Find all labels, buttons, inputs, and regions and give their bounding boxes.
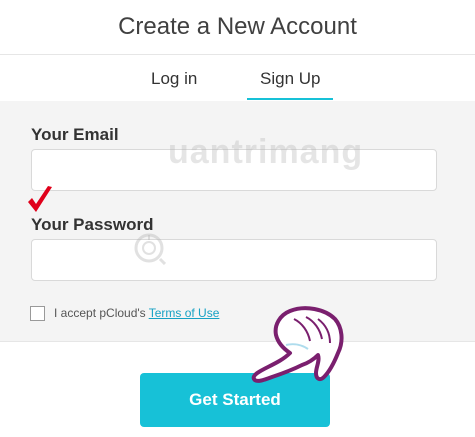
- watermark-logo-icon: [134, 233, 166, 265]
- tab-sign-up[interactable]: Sign Up: [260, 69, 320, 89]
- password-field[interactable]: [31, 239, 437, 281]
- terms-of-use-link[interactable]: Terms of Use: [149, 306, 220, 320]
- auth-tabs: Log in Sign Up: [0, 55, 475, 101]
- tab-log-in[interactable]: Log in: [151, 69, 197, 89]
- terms-checkbox[interactable]: [30, 305, 45, 321]
- email-label: Your Email: [31, 125, 119, 144]
- active-tab-indicator: [247, 98, 333, 100]
- pointing-hand-icon: [251, 306, 344, 383]
- page-title: Create a New Account: [118, 13, 357, 40]
- signup-form: Your Email Your Password uantrimang I ac…: [0, 101, 475, 341]
- terms-text: I accept pCloud's: [54, 306, 146, 320]
- terms-row: I accept pCloud's Terms of Use: [30, 305, 219, 321]
- footer-divider: [0, 341, 475, 342]
- watermark-text: uantrimang: [168, 133, 364, 171]
- red-checkmark-icon: [28, 186, 52, 212]
